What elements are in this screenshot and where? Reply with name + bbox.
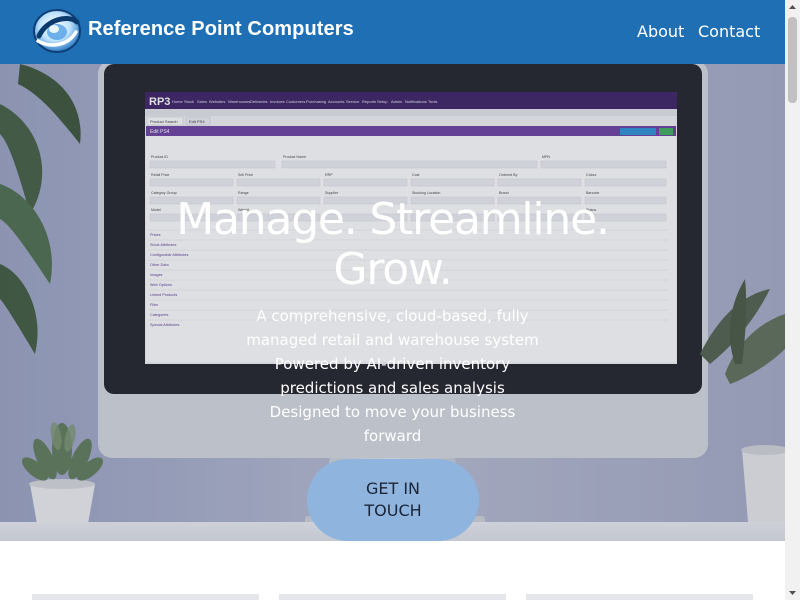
cta-label-line: TOUCH — [364, 501, 422, 520]
hero-title-line: Grow. — [333, 244, 452, 295]
brand-name[interactable]: Reference Point Computers — [88, 18, 354, 41]
feature-card — [526, 594, 753, 600]
page-viewport: Reference Point Computers About Contact — [0, 0, 785, 600]
hero-title: Manage. Streamline. Grow. — [150, 195, 635, 295]
site-header: Reference Point Computers About Contact — [0, 0, 785, 64]
scroll-up-arrow-icon[interactable] — [785, 0, 800, 15]
feature-card — [32, 594, 259, 600]
globe-swoosh-logo-icon[interactable] — [32, 8, 82, 54]
hero-subtitle-line: Powered by AI-driven inventory — [274, 355, 511, 373]
hero-title-line: Manage. Streamline. — [176, 194, 610, 245]
hero-subtitle-line: forward — [363, 427, 422, 445]
hero-subtitle-line: A comprehensive, cloud-based, fully — [256, 307, 529, 325]
scrollbar-thumb[interactable] — [788, 17, 797, 103]
nav-link-contact[interactable]: Contact — [698, 22, 760, 41]
hero-subtitle: A comprehensive, cloud-based, fully mana… — [245, 304, 540, 448]
nav-link-about[interactable]: About — [637, 22, 684, 41]
page-scrollbar[interactable] — [785, 0, 800, 600]
hero-section: RP3 Home Stock Sales Websites Warehouses Deli… — [0, 64, 785, 541]
feature-card — [279, 594, 506, 600]
scroll-down-arrow-icon[interactable] — [785, 585, 800, 600]
hero-subtitle-line: Designed to move your business — [269, 403, 516, 421]
get-in-touch-button[interactable]: GET IN TOUCH — [307, 459, 479, 541]
hero-subtitle-line: managed retail and warehouse system — [246, 331, 539, 349]
cta-label-line: GET IN — [365, 479, 421, 498]
hero-subtitle-line: predictions and sales analysis — [280, 379, 505, 397]
